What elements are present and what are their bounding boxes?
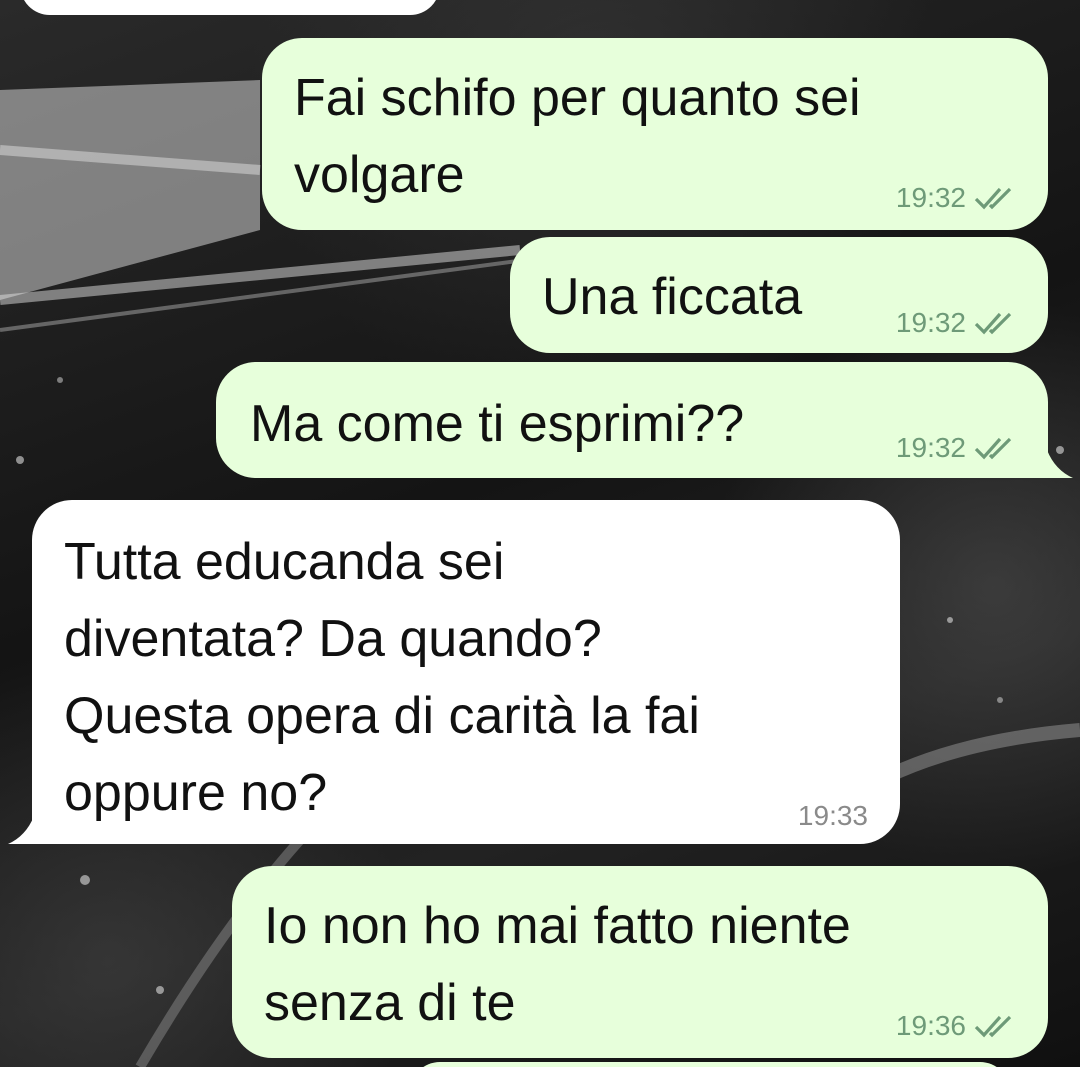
message-bubble-outgoing[interactable]: Io non ho mai fatto niente senza di te 1…	[232, 866, 1048, 1058]
message-meta: 19:36	[896, 1010, 1018, 1042]
message-meta: 19:32	[896, 307, 1018, 339]
message-time: 19:32	[895, 307, 966, 338]
message-time: 19:36	[895, 1010, 966, 1041]
message-text: Una ficcata	[542, 268, 803, 326]
message-bubble-outgoing[interactable]: Fai schifo per quanto sei volgare 19:32	[262, 38, 1048, 230]
message-bubble-outgoing[interactable]: Una ficcata 19:32	[510, 237, 1048, 353]
message-text: Io non ho mai fatto niente senza di te	[264, 897, 851, 1032]
read-double-check-icon	[974, 1015, 1012, 1038]
bubble-tail	[8, 816, 34, 844]
message-text: Ma come ti esprimi??	[250, 395, 745, 453]
message-time: 19:32	[895, 182, 966, 213]
message-bubble-outgoing[interactable]: Ma come ti esprimi?? 19:32	[216, 362, 1048, 478]
message-time: 19:32	[895, 432, 966, 463]
message-text: Tutta educanda sei diventata? Da quando?…	[64, 533, 700, 822]
read-double-check-icon	[974, 312, 1012, 335]
read-double-check-icon	[974, 437, 1012, 460]
message-meta: 19:32	[896, 182, 1018, 214]
bubble-tail	[1047, 450, 1073, 478]
read-double-check-icon	[974, 187, 1012, 210]
partial-outgoing-bubble	[410, 1062, 1010, 1067]
message-text: Fai schifo per quanto sei volgare	[294, 69, 861, 204]
message-bubble-incoming[interactable]: Tutta educanda sei diventata? Da quando?…	[32, 500, 900, 844]
partial-incoming-bubble	[20, 0, 440, 15]
message-meta: 19:33	[798, 800, 868, 832]
message-meta: 19:32	[896, 432, 1018, 464]
message-time: 19:33	[797, 800, 868, 831]
